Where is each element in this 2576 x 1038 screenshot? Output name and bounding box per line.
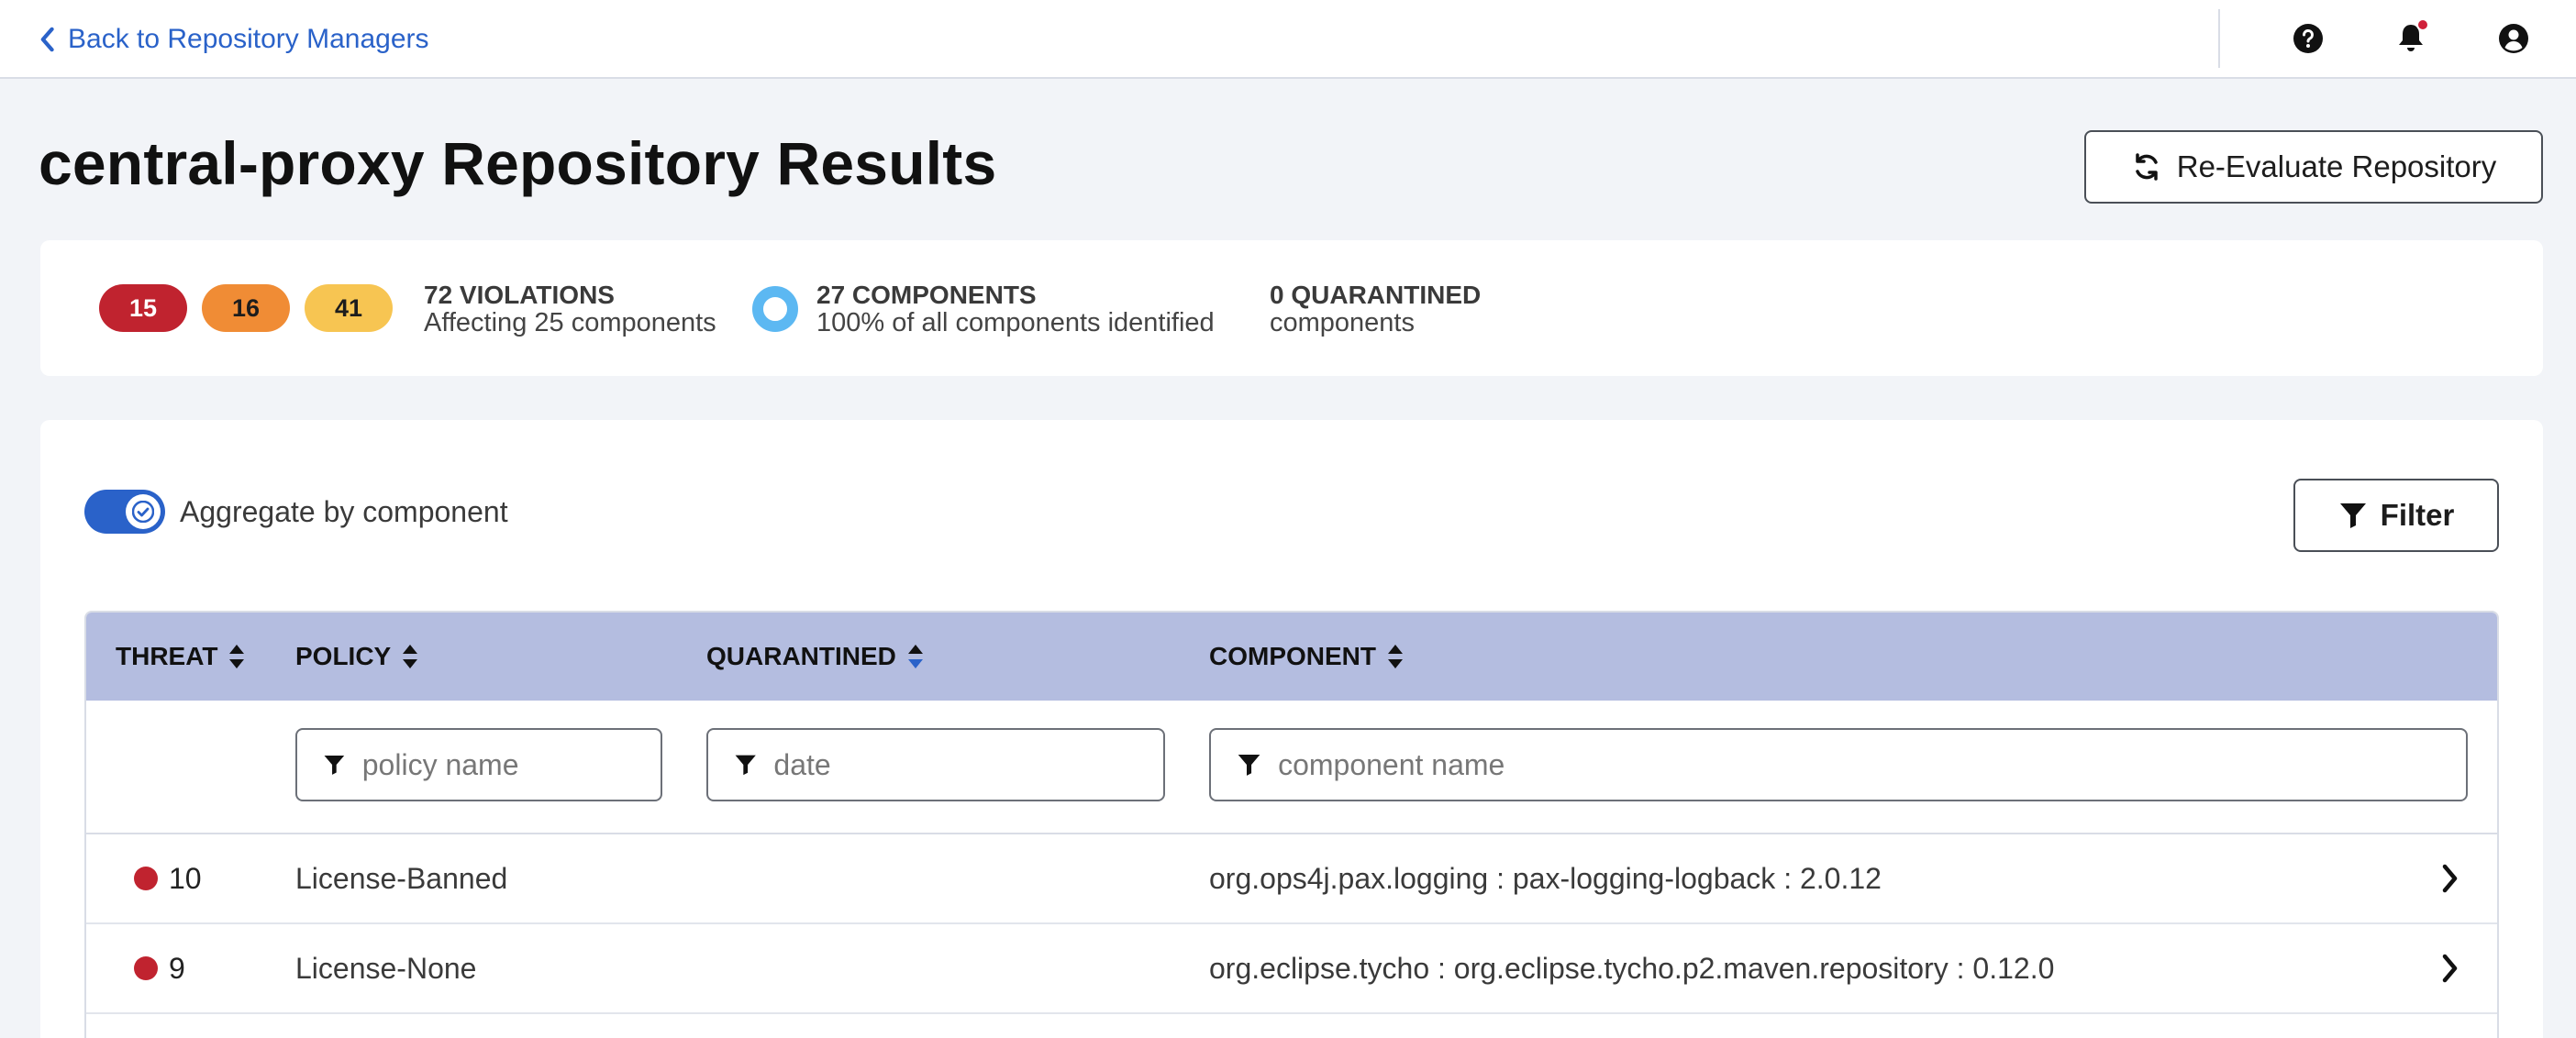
threat-score: 10: [169, 861, 202, 895]
policy-cell: License-None: [295, 951, 477, 985]
results-panel: Aggregate by component Filter THREAT POL…: [40, 420, 2543, 1038]
filter-button-label: Filter: [2380, 498, 2455, 532]
help-icon[interactable]: [2288, 18, 2328, 59]
back-link-label: Back to Repository Managers: [68, 24, 429, 54]
violations-title: 72 VIOLATIONS: [424, 281, 615, 309]
notification-dot: [2416, 18, 2429, 31]
violations-subtitle: Affecting 25 components: [424, 308, 716, 337]
column-header-quarantined[interactable]: QUARANTINED: [706, 613, 924, 701]
re-evaluate-repository-button[interactable]: Re-Evaluate Repository: [2084, 130, 2543, 204]
components-subtitle: 100% of all components identified: [816, 308, 1215, 337]
filter-icon: [1238, 755, 1260, 776]
sort-icon: [229, 645, 245, 668]
severe-count-badge: 16: [202, 284, 290, 332]
quarantined-header-label: QUARANTINED: [706, 642, 896, 670]
component-cell: org.eclipse.tycho : org.eclipse.tycho.p2…: [1209, 951, 2055, 985]
top-bar: Back to Repository Managers: [0, 0, 2576, 79]
chevron-right-icon[interactable]: [2440, 952, 2460, 985]
user-icon[interactable]: [2493, 18, 2534, 59]
filter-icon: [324, 755, 345, 775]
component-header-label: COMPONENT: [1209, 642, 1376, 670]
filter-icon: [2339, 503, 2366, 528]
summary-card: 15 16 41 72 VIOLATIONS Affecting 25 comp…: [40, 240, 2543, 376]
aggregate-toggle[interactable]: [84, 490, 165, 534]
threat-score: 9: [169, 951, 185, 985]
threat-cell: 9: [134, 924, 185, 1012]
table-row[interactable]: 9 License-None org.eclipse.tycho : org.e…: [86, 924, 2497, 1014]
chevron-right-icon[interactable]: [2440, 862, 2460, 895]
results-table: THREAT POLICY QUARANTINED COMPONENT poli…: [84, 611, 2499, 1038]
quarantined-title: 0 QUARANTINED: [1270, 281, 1482, 309]
sort-descending-icon: [907, 645, 923, 668]
moderate-count-badge: 41: [305, 284, 393, 332]
threat-cell: 10: [134, 834, 202, 922]
policy-filter-field: [295, 728, 662, 801]
table-row[interactable]: 10 License-Banned org.ops4j.pax.logging …: [86, 834, 2497, 924]
threat-header-label: THREAT: [116, 642, 218, 670]
component-name-input[interactable]: [1278, 747, 2466, 782]
chevron-left-icon: [40, 27, 54, 52]
column-header-policy[interactable]: POLICY: [295, 613, 418, 701]
refresh-icon: [2136, 153, 2158, 181]
sort-icon: [1388, 645, 1403, 668]
component-filter-field: [1209, 728, 2468, 801]
quarantined-subtitle: components: [1270, 308, 1415, 337]
filter-icon: [735, 755, 756, 776]
toggle-knob: [126, 494, 161, 529]
threat-level-icon: [134, 867, 158, 890]
column-header-threat[interactable]: THREAT: [116, 613, 245, 701]
policy-cell: License-Banned: [295, 861, 508, 895]
table-filter-row: [86, 701, 2497, 834]
components-title: 27 COMPONENTS: [816, 281, 1037, 309]
filter-button[interactable]: Filter: [2293, 479, 2499, 552]
aggregate-toggle-label: Aggregate by component: [180, 495, 508, 528]
policy-header-label: POLICY: [295, 642, 392, 670]
sort-icon: [403, 645, 418, 668]
policy-name-input[interactable]: [361, 747, 661, 782]
column-header-component[interactable]: COMPONENT: [1209, 613, 1404, 701]
date-filter-field: [706, 728, 1165, 801]
table-header: THREAT POLICY QUARANTINED COMPONENT: [86, 613, 2497, 701]
page-title: central-proxy Repository Results: [39, 129, 997, 197]
re-evaluate-label: Re-Evaluate Repository: [2176, 149, 2497, 183]
critical-count-badge: 15: [99, 284, 187, 332]
topbar-divider: [2218, 9, 2220, 68]
bell-icon[interactable]: [2391, 18, 2431, 59]
component-cell: org.ops4j.pax.logging : pax-logging-logb…: [1209, 861, 1882, 895]
threat-level-icon: [134, 956, 158, 980]
components-ring-icon: [752, 286, 798, 332]
date-input[interactable]: [773, 747, 1163, 782]
back-to-repository-managers-link[interactable]: Back to Repository Managers: [39, 20, 429, 59]
check-icon: [132, 501, 154, 523]
